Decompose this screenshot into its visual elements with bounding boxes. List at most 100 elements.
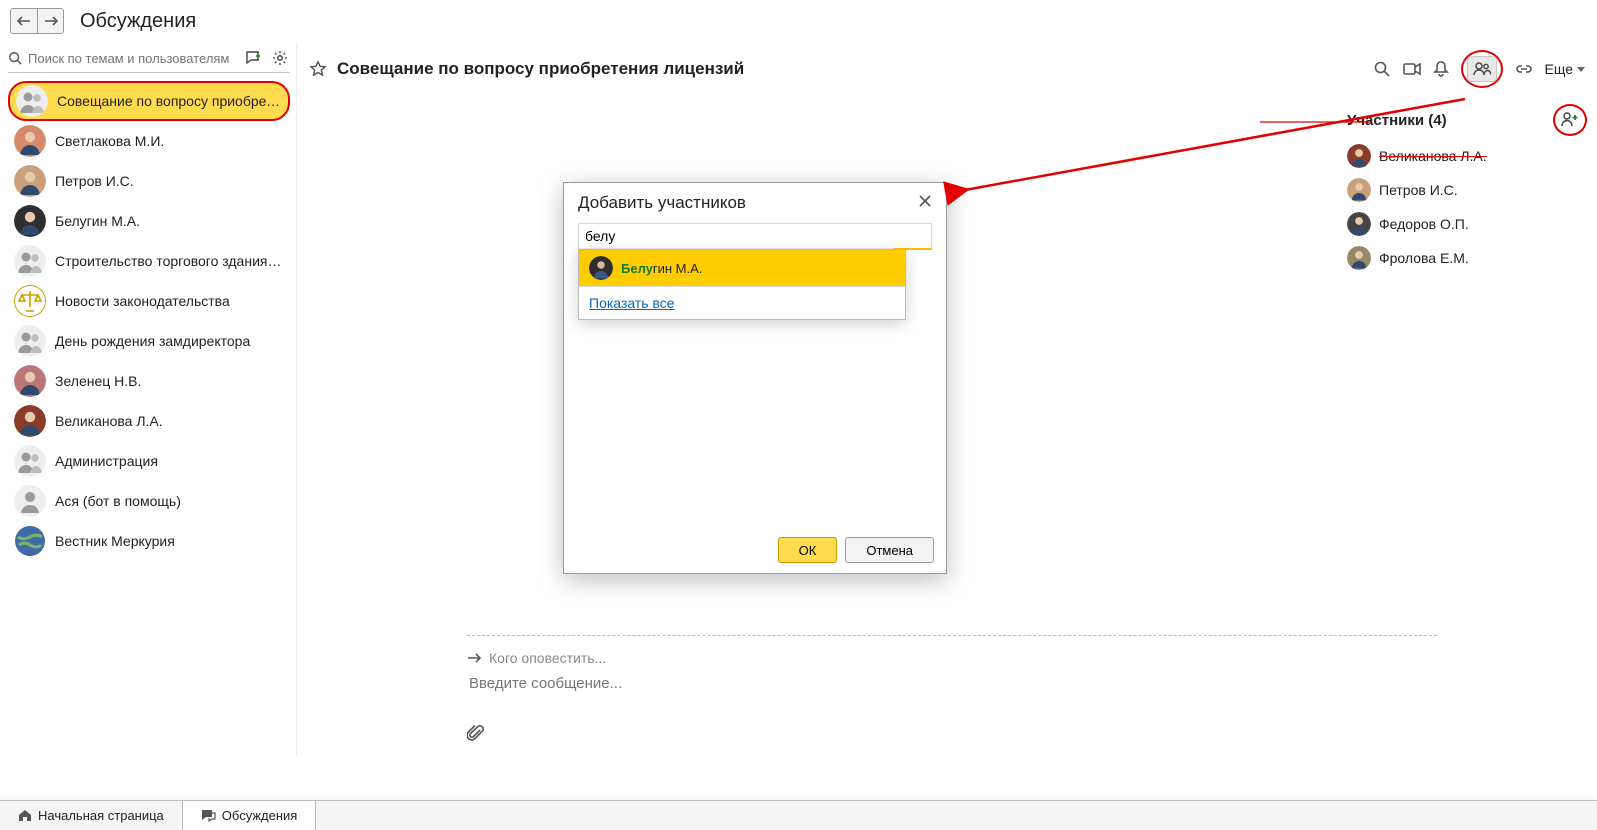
paperclip-icon[interactable] <box>467 725 485 743</box>
more-menu[interactable]: Еще <box>1545 61 1586 77</box>
sidebar-item[interactable]: Зеленец Н.В. <box>8 361 290 401</box>
participant-label: Фролова Е.М. <box>1379 250 1469 266</box>
participants-panel: Участники (4) Великанова Л.А. Петров И.С.… <box>1337 96 1597 635</box>
suggestions-dropdown: Белугин М.А. Показать все <box>578 249 906 320</box>
sidebar-item-label: Вестник Меркурия <box>55 533 284 549</box>
new-chat-button[interactable] <box>244 48 264 68</box>
participant-label: Петров И.С. <box>1379 182 1458 198</box>
participants-button-highlight <box>1461 50 1503 88</box>
avatar <box>14 165 46 197</box>
arrow-right-icon <box>467 652 481 664</box>
sidebar-item[interactable]: Вестник Меркурия <box>8 521 290 561</box>
close-icon <box>918 194 932 208</box>
sidebar-search-row <box>8 48 290 73</box>
sidebar: Совещание по вопросу приобретения л... Св… <box>0 42 296 756</box>
avatar <box>14 405 46 437</box>
participant-item[interactable]: Великанова Л.А. <box>1347 144 1587 168</box>
sidebar-item-label: День рождения замдиректора <box>55 333 284 349</box>
sidebar-item-label: Петров И.С. <box>55 173 284 189</box>
settings-button[interactable] <box>270 48 290 68</box>
avatar <box>589 256 613 280</box>
message-input[interactable] <box>467 674 1437 693</box>
avatar <box>16 85 48 117</box>
dialog-title: Добавить участников <box>578 193 746 213</box>
link-icon[interactable] <box>1515 62 1533 76</box>
avatar <box>14 525 46 557</box>
sidebar-item[interactable]: Петров И.С. <box>8 161 290 201</box>
sidebar-item[interactable]: Новости законодательства <box>8 281 290 321</box>
tab-home[interactable]: Начальная страница <box>0 801 183 830</box>
avatar <box>14 125 46 157</box>
new-chat-icon <box>246 51 262 65</box>
ok-button[interactable]: ОК <box>778 537 838 563</box>
avatar <box>14 205 46 237</box>
gear-icon <box>272 50 288 66</box>
avatar <box>14 285 46 317</box>
star-icon[interactable] <box>309 60 327 78</box>
sidebar-item-label: Белугин М.А. <box>55 213 284 229</box>
chat-list: Совещание по вопросу приобретения л... Св… <box>8 81 290 561</box>
sidebar-item-label: Строительство торгового здания (проект) <box>55 253 284 269</box>
video-call-icon[interactable] <box>1403 62 1421 76</box>
forward-button[interactable] <box>37 9 63 33</box>
search-icon <box>8 51 22 65</box>
avatar <box>1347 144 1371 168</box>
cancel-button[interactable]: Отмена <box>845 537 934 563</box>
suggestion-label: Белугин М.А. <box>621 261 702 276</box>
show-all-link[interactable]: Показать все <box>579 286 905 319</box>
avatar <box>14 445 46 477</box>
people-icon <box>1473 62 1491 76</box>
bottom-tab-bar: Начальная страница Обсуждения <box>0 800 1597 830</box>
sidebar-item[interactable]: Совещание по вопросу приобретения л... <box>8 81 290 121</box>
add-participant-button[interactable] <box>1561 111 1579 130</box>
search-input[interactable] <box>26 50 238 67</box>
suggestion-item[interactable]: Белугин М.А. <box>579 250 905 286</box>
search-input-wrap <box>8 50 238 67</box>
participants-title: Участники (4) <box>1347 112 1447 129</box>
participant-item[interactable]: Фролова Е.М. <box>1347 246 1587 270</box>
avatar <box>1347 212 1371 236</box>
dialog-close-button[interactable] <box>918 194 932 213</box>
add-participants-dialog: Добавить участников Белугин М.А. Показат… <box>563 182 947 574</box>
conversation-header: Совещание по вопросу приобретения лиценз… <box>297 42 1597 96</box>
sidebar-item-label: Зеленец Н.В. <box>55 373 284 389</box>
message-composer: Кого оповестить... <box>467 635 1437 756</box>
back-button[interactable] <box>11 9 37 33</box>
avatar <box>1347 246 1371 270</box>
avatar <box>14 325 46 357</box>
sidebar-item-label: Великанова Л.А. <box>55 413 284 429</box>
chat-icon <box>201 809 216 822</box>
participant-search-input[interactable] <box>578 223 932 249</box>
participant-item[interactable]: Петров И.С. <box>1347 178 1587 202</box>
sidebar-item-label: Новости законодательства <box>55 293 284 309</box>
search-in-conv-icon[interactable] <box>1373 60 1391 78</box>
add-participant-highlight <box>1553 104 1587 136</box>
avatar <box>1347 178 1371 202</box>
sidebar-item[interactable]: Ася (бот в помощь) <box>8 481 290 521</box>
sidebar-item-label: Ася (бот в помощь) <box>55 493 284 509</box>
sidebar-item-label: Светлакова М.И. <box>55 133 284 149</box>
top-command-bar: Обсуждения <box>0 0 1597 42</box>
tab-discussions[interactable]: Обсуждения <box>183 801 317 830</box>
sidebar-item-label: Совещание по вопросу приобретения л... <box>57 93 282 109</box>
avatar <box>14 245 46 277</box>
sidebar-item-label: Администрация <box>55 453 284 469</box>
sidebar-item[interactable]: День рождения замдиректора <box>8 321 290 361</box>
bell-icon[interactable] <box>1433 60 1449 78</box>
sidebar-item[interactable]: Белугин М.А. <box>8 201 290 241</box>
notify-row[interactable]: Кого оповестить... <box>467 650 1437 666</box>
nav-buttons <box>10 8 64 34</box>
chevron-down-icon <box>1577 67 1585 72</box>
sidebar-item[interactable]: Светлакова М.И. <box>8 121 290 161</box>
participant-item[interactable]: Федоров О.П. <box>1347 212 1587 236</box>
participants-toggle-button[interactable] <box>1467 56 1497 82</box>
participant-label: Федоров О.П. <box>1379 216 1469 232</box>
sidebar-item[interactable]: Великанова Л.А. <box>8 401 290 441</box>
sidebar-item[interactable]: Администрация <box>8 441 290 481</box>
avatar <box>14 365 46 397</box>
notify-placeholder: Кого оповестить... <box>489 650 606 666</box>
participant-label: Великанова Л.А. <box>1379 148 1487 164</box>
sidebar-item[interactable]: Строительство торгового здания (проект) <box>8 241 290 281</box>
home-icon <box>18 809 32 822</box>
avatar <box>14 485 46 517</box>
